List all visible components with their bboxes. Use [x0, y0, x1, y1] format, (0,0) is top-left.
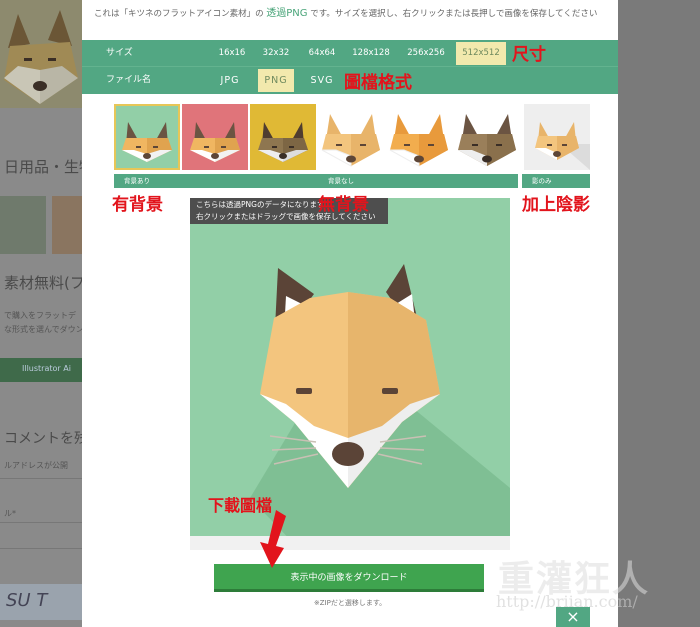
size-option-64[interactable]: 64x64: [302, 42, 342, 65]
background-text-4: ル*: [4, 509, 16, 518]
fox-icon: [524, 104, 590, 170]
group-label-with-background: 背景あり: [114, 174, 318, 188]
annotation-format: 圖檔格式: [344, 73, 412, 93]
size-option-32[interactable]: 32x32: [256, 42, 296, 65]
size-option-256[interactable]: 256x256: [400, 42, 452, 65]
background-text-2: な形式を選んでダウン: [4, 325, 84, 334]
intro-text-before: これは「キツネのフラットアイコン素材」の: [94, 9, 264, 19]
annotation-size: 尺寸: [512, 45, 546, 65]
intro-text-after: です。サイズを選択し、右クリックまたは長押しで画像を保存してください: [310, 9, 598, 19]
annotation-with-background: 有背景: [112, 195, 163, 215]
format-option-png[interactable]: PNG: [258, 69, 294, 92]
fox-icon: [114, 104, 180, 170]
annotation-no-background: 無背景: [318, 195, 369, 215]
download-modal: これは「キツネのフラットアイコン素材」の 透過PNG です。サイズを選択し、右ク…: [82, 0, 618, 627]
background-field-2: [0, 522, 82, 546]
variant-no-bg-1[interactable]: [318, 104, 384, 170]
transparent-png-link[interactable]: 透過PNG: [266, 8, 307, 19]
group-label-shadow-only: 影のみ: [522, 174, 590, 188]
background-field-3: [0, 548, 82, 572]
preview-bottom-strip: [190, 536, 510, 550]
fox-icon: [454, 104, 520, 170]
variant-pink-bg[interactable]: [182, 104, 248, 170]
background-text-3: ルアドレスが公開: [4, 461, 68, 470]
background-text-1: で購入をフラットデ: [4, 311, 76, 320]
size-option-512[interactable]: 512x512: [456, 42, 506, 65]
format-option-svg[interactable]: SVG: [304, 69, 340, 92]
size-option-128[interactable]: 128x128: [346, 42, 396, 65]
fox-icon: [318, 104, 384, 170]
fox-icon: [182, 104, 248, 170]
filename-label: ファイル名: [106, 75, 152, 85]
size-option-16[interactable]: 16x16: [212, 42, 252, 65]
background-thumbnail-1: [0, 196, 46, 254]
variant-no-bg-3[interactable]: [454, 104, 520, 170]
background-illustrator-button: Illustrator Ai: [0, 358, 82, 382]
variant-no-bg-2[interactable]: [386, 104, 452, 170]
background-heading-1: 日用品・生物: [4, 158, 95, 176]
variant-yellow-bg[interactable]: [250, 104, 316, 170]
background-captcha: SU T: [0, 584, 82, 620]
background-fox-image: [0, 0, 82, 108]
group-label-no-background: 背景なし: [318, 174, 518, 188]
intro-text: これは「キツネのフラットアイコン素材」の 透過PNG です。サイズを選択し、右ク…: [94, 6, 614, 22]
background-right-overlay: [618, 0, 700, 627]
background-heading-2: 素材無料(フ: [4, 274, 85, 292]
variant-green-bg[interactable]: [114, 104, 180, 170]
format-option-jpg[interactable]: JPG: [212, 69, 248, 92]
variant-thumbnails: [114, 104, 590, 174]
variant-shadow-only[interactable]: [524, 104, 590, 170]
fox-icon: [250, 104, 316, 170]
annotation-arrow-icon: [260, 510, 286, 568]
annotation-shadow: 加上陰影: [522, 195, 590, 215]
background-field-1: [0, 478, 82, 502]
fox-icon: [386, 104, 452, 170]
watermark-url: http://briian.com/: [496, 592, 638, 611]
size-label: サイズ: [106, 48, 133, 58]
background-thumbnail-2: [52, 196, 82, 254]
